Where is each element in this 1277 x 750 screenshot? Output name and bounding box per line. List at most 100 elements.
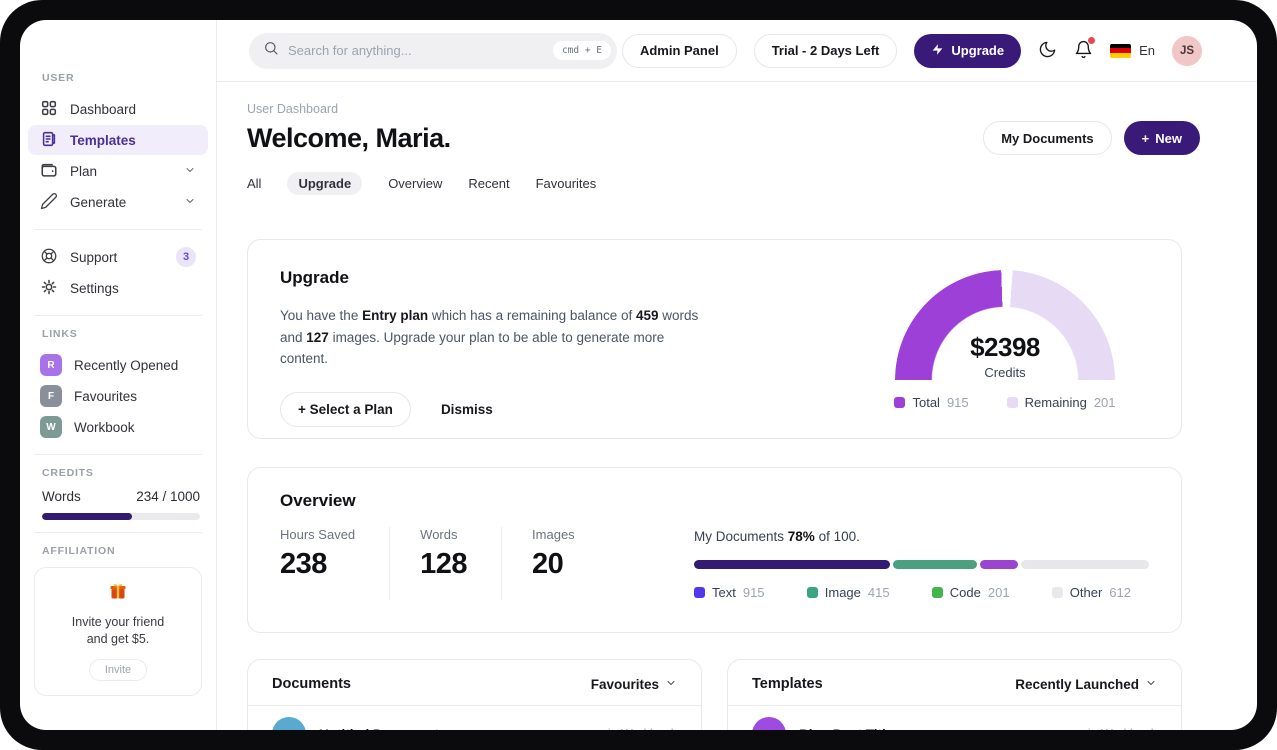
templates-card: Templates Recently Launched Blog Post Ti…: [727, 659, 1182, 730]
device-frame: USER Dashboard Templates Plan Generate S…: [0, 0, 1277, 750]
chevron-down-icon: [665, 677, 677, 692]
page-title: Welcome, Maria.: [247, 122, 451, 153]
dashboard-grid-icon: [40, 99, 58, 120]
sidebar-divider: [34, 229, 202, 230]
tab-upgrade[interactable]: Upgrade: [287, 172, 363, 195]
my-documents-button[interactable]: My Documents: [983, 121, 1112, 155]
affiliation-text-line2: and get $5.: [86, 631, 150, 646]
sidebar-section-affiliation: AFFILIATION: [42, 545, 116, 557]
sidebar-section-links: LINKS: [42, 328, 78, 340]
template-row[interactable]: Blog Post Title in Workbook: [728, 706, 1181, 730]
tab-all[interactable]: All: [247, 172, 261, 195]
app-window: USER Dashboard Templates Plan Generate S…: [20, 20, 1257, 730]
invite-button[interactable]: Invite: [88, 658, 148, 681]
tab-favourites[interactable]: Favourites: [536, 172, 597, 195]
sidebar-item-label: Generate: [70, 194, 127, 210]
search-icon: [263, 40, 279, 61]
templates-document-icon: [40, 130, 58, 151]
gear-icon: [40, 278, 58, 299]
legend-text: Text 915: [694, 585, 765, 600]
user-avatar[interactable]: JS: [1172, 35, 1202, 66]
tab-recent[interactable]: Recent: [468, 172, 509, 195]
link-initial-badge: R: [40, 354, 62, 376]
support-count-badge: 3: [176, 247, 196, 267]
sidebar-item-templates[interactable]: Templates: [28, 125, 208, 155]
upgrade-button[interactable]: Upgrade: [914, 33, 1022, 68]
dismiss-button[interactable]: Dismiss: [441, 402, 493, 417]
sidebar-item-generate[interactable]: Generate: [28, 187, 208, 217]
legend-code: Code 201: [931, 585, 1010, 600]
select-plan-button[interactable]: + Select a Plan: [280, 391, 411, 427]
upgrade-card-left: Upgrade You have the Entry plan which ha…: [280, 268, 712, 438]
templates-filter-dropdown[interactable]: Recently Launched: [1015, 677, 1157, 692]
bar-segment-image: [892, 560, 977, 569]
sidebar-link-recently-opened[interactable]: R Recently Opened: [28, 350, 208, 380]
gauge-legend-total: Total 915: [894, 395, 969, 410]
language-selector[interactable]: En: [1110, 43, 1155, 58]
wallet-icon: [40, 161, 58, 182]
sidebar-section-user: USER: [42, 72, 75, 84]
plus-icon: +: [1141, 130, 1150, 146]
dark-mode-toggle[interactable]: [1038, 40, 1057, 62]
german-flag-icon: [1110, 43, 1132, 58]
sidebar-item-dashboard[interactable]: Dashboard: [28, 94, 208, 124]
stacked-progress-bar: [694, 560, 1149, 569]
bar-segment-text: [694, 560, 890, 569]
sidebar-item-label: Templates: [70, 132, 136, 148]
trial-status-button[interactable]: Trial - 2 Days Left: [753, 33, 898, 68]
content: User Dashboard Welcome, Maria. My Docume…: [217, 82, 1257, 730]
credits-progress-fill: [42, 513, 133, 520]
affiliation-text-line1: Invite your friend: [71, 615, 165, 629]
upgrade-card-body: You have the Entry plan which has a rema…: [280, 308, 699, 367]
main-area: cmd + E Admin Panel Trial - 2 Days Left …: [217, 20, 1257, 730]
sidebar-link-workbook[interactable]: W Workbook: [28, 412, 208, 442]
sidebar-item-label: Support: [70, 249, 118, 265]
search-input[interactable]: [288, 43, 544, 58]
chevron-down-icon: [1145, 677, 1157, 692]
sidebar-divider: [34, 532, 202, 533]
document-title: Untitled Document: [319, 727, 439, 731]
sidebar: USER Dashboard Templates Plan Generate S…: [20, 20, 217, 730]
overview-card-title: Overview: [280, 491, 356, 510]
documents-filter-dropdown[interactable]: Favourites: [591, 677, 677, 692]
sidebar-link-favourites[interactable]: F Favourites: [28, 381, 208, 411]
upgrade-card-title: Upgrade: [280, 268, 349, 287]
gauge-label: Credits: [984, 365, 1026, 380]
link-initial-badge: F: [40, 385, 62, 407]
document-row[interactable]: Untitled Document in Workbook: [248, 706, 701, 730]
upgrade-card: Upgrade You have the Entry plan which ha…: [247, 239, 1182, 439]
language-label: En: [1139, 43, 1155, 58]
notifications-button[interactable]: [1074, 36, 1096, 62]
search-shortcut-badge: cmd + E: [552, 41, 611, 60]
credits-value: 234 / 1000: [136, 489, 200, 504]
search-bar[interactable]: cmd + E: [249, 32, 617, 69]
credits-name: Words: [42, 489, 81, 504]
sidebar-item-label: Settings: [70, 280, 119, 296]
sidebar-item-settings[interactable]: Settings: [28, 273, 208, 303]
admin-panel-button[interactable]: Admin Panel: [621, 33, 737, 68]
new-button[interactable]: + New: [1123, 121, 1200, 155]
sidebar-item-label: Plan: [70, 163, 98, 179]
documents-card-title: Documents: [272, 676, 351, 692]
tab-bar: All Upgrade Overview Recent Favourites: [247, 172, 1182, 195]
gift-icon: [108, 584, 128, 605]
sidebar-divider: [34, 315, 202, 316]
template-title: Blog Post Title: [799, 727, 893, 731]
sidebar-item-label: Dashboard: [70, 101, 137, 117]
credits-gauge: $2398 Credits Total 915 Remaining 201: [885, 270, 1125, 438]
sidebar-item-plan[interactable]: Plan: [28, 156, 208, 186]
overview-card: Overview Hours Saved 238 Words 128 Image…: [247, 467, 1182, 633]
lightning-bolt-icon: [931, 43, 944, 59]
stat-images: Images 20: [501, 527, 609, 600]
new-button-label: New: [1155, 130, 1182, 146]
template-location: in Workbook: [1088, 727, 1157, 730]
template-avatar: [752, 717, 786, 730]
document-avatar: [272, 717, 306, 730]
notification-dot: [1088, 36, 1096, 44]
moon-icon: [1038, 40, 1057, 62]
documents-progress-chart: My Documents 78% of 100. Text 915 Image 41…: [694, 527, 1149, 600]
tab-overview[interactable]: Overview: [388, 172, 442, 195]
sidebar-section-credits: CREDITS: [42, 467, 94, 479]
stat-hours-saved: Hours Saved 238: [280, 527, 356, 580]
sidebar-item-support[interactable]: Support 3: [28, 242, 208, 272]
